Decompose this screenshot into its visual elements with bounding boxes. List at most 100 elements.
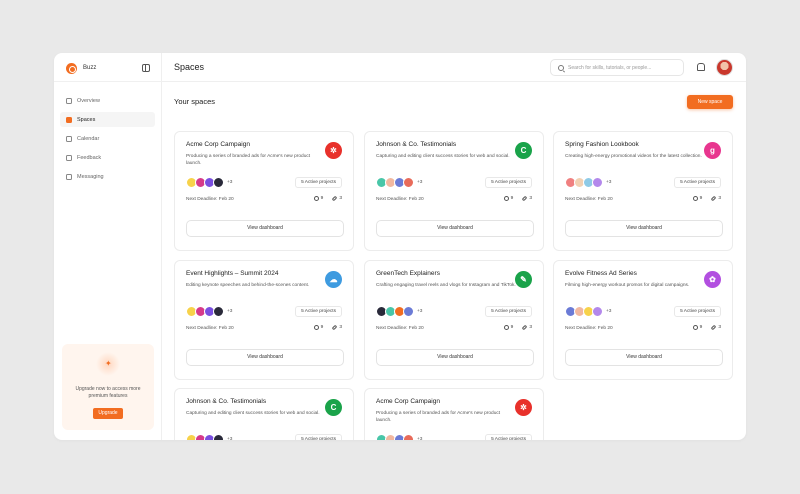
- calendar-icon: [66, 135, 72, 142]
- message-icon: [66, 173, 72, 180]
- main-content: Your spaces New space Acme Corp Campaign…: [162, 83, 746, 440]
- active-projects-badge: 5 Active projects: [295, 177, 342, 188]
- space-card[interactable]: Event Highlights – Summit 2024 Editing ke…: [174, 260, 354, 380]
- comment-icon: [503, 196, 509, 201]
- comment-icon: [692, 196, 698, 201]
- active-projects-badge: 5 Active projects: [674, 306, 721, 317]
- card-title: Johnson & Co. Testimonials: [376, 141, 457, 148]
- view-dashboard-button[interactable]: View dashboard: [376, 220, 534, 237]
- view-dashboard-button[interactable]: View dashboard: [186, 220, 344, 237]
- space-logo-icon: ✲: [515, 399, 532, 416]
- card-stats: 93: [313, 324, 342, 331]
- folder-icon: [66, 116, 72, 123]
- member-avatars: +3: [186, 306, 232, 317]
- comments-count: 9: [313, 196, 324, 201]
- space-card[interactable]: Johnson & Co. Testimonials Capturing and …: [174, 388, 354, 440]
- card-description: Crafting engaging travel reels and vlogs…: [376, 283, 516, 288]
- space-logo-icon: ✎: [515, 271, 532, 288]
- comment-icon: [313, 325, 319, 330]
- sidebar-item-label: Calendar: [77, 135, 100, 142]
- view-dashboard-button[interactable]: View dashboard: [186, 349, 344, 366]
- next-deadline: Next Deadline: Feb 20: [376, 197, 424, 202]
- link-icon: [521, 324, 528, 331]
- sidebar-item-label: Messaging: [77, 173, 104, 180]
- member-avatar: [213, 177, 224, 188]
- new-space-button[interactable]: New space: [687, 95, 733, 109]
- member-avatars: +3: [565, 306, 611, 317]
- upgrade-button[interactable]: Upgrade: [93, 408, 123, 419]
- active-projects-badge: 5 Active projects: [295, 306, 342, 317]
- space-card[interactable]: GreenTech Explainers Crafting engaging tr…: [364, 260, 544, 380]
- grid-icon: [66, 97, 72, 104]
- space-card[interactable]: Evolve Fitness Ad Series Filming high-ene…: [553, 260, 733, 380]
- card-stats: 93: [313, 195, 342, 202]
- view-dashboard-button[interactable]: View dashboard: [376, 349, 534, 366]
- sidebar-item-label: Spaces: [77, 116, 96, 123]
- more-members-count: +3: [417, 180, 423, 185]
- sidebar: Buzz Overview Spaces Calendar Feedback Messa…: [54, 53, 162, 440]
- upgrade-card: ✦ Upgrade now to access more premium fea…: [62, 344, 154, 430]
- link-icon: [710, 195, 717, 202]
- links-value: 3: [718, 196, 721, 201]
- sidebar-toggle-icon[interactable]: [142, 64, 150, 72]
- links-count: 3: [710, 324, 721, 331]
- card-description: Producing a series of branded ads for Ac…: [376, 411, 501, 423]
- more-members-count: +3: [417, 309, 423, 314]
- comments-value: 9: [510, 325, 514, 330]
- sidebar-item-feedback[interactable]: Feedback: [60, 150, 155, 165]
- next-deadline: Next Deadline: Feb 20: [186, 197, 234, 202]
- comments-count: 9: [692, 325, 703, 330]
- sidebar-item-label: Overview: [77, 97, 100, 104]
- search-icon: [558, 64, 564, 71]
- member-avatars: +3: [186, 434, 232, 440]
- sidebar-item-label: Feedback: [77, 154, 102, 161]
- brand[interactable]: Buzz: [66, 62, 96, 74]
- links-value: 3: [339, 325, 342, 330]
- next-deadline: Next Deadline: Feb 20: [186, 326, 234, 331]
- links-count: 3: [331, 324, 342, 331]
- sidebar-item-messaging[interactable]: Messaging: [60, 169, 155, 184]
- comments-value: 9: [320, 196, 324, 201]
- space-card[interactable]: Spring Fashion Lookbook Creating high-ene…: [553, 131, 733, 251]
- links-value: 3: [529, 196, 532, 201]
- links-count: 3: [710, 195, 721, 202]
- more-members-count: +3: [606, 180, 612, 185]
- sidebar-item-calendar[interactable]: Calendar: [60, 131, 155, 146]
- active-projects-badge: 5 Active projects: [485, 434, 532, 440]
- comments-value: 9: [699, 325, 703, 330]
- comments-value: 9: [510, 196, 514, 201]
- comment-icon: [692, 325, 698, 330]
- space-card[interactable]: Acme Corp Campaign Producing a series of …: [364, 388, 544, 440]
- comments-count: 9: [313, 325, 323, 330]
- links-value: 3: [339, 196, 342, 201]
- member-avatar: [403, 177, 414, 188]
- space-card[interactable]: Acme Corp Campaign Producing a series of …: [174, 131, 354, 251]
- sidebar-item-overview[interactable]: Overview: [60, 93, 155, 108]
- more-members-count: +3: [227, 180, 233, 185]
- space-logo-icon: ✿: [704, 271, 721, 288]
- links-value: 3: [529, 325, 532, 330]
- comments-count: 9: [692, 196, 703, 201]
- view-dashboard-button[interactable]: View dashboard: [565, 349, 723, 366]
- space-logo-icon: ☁: [325, 271, 342, 288]
- card-description: Editing keynote speeches and behind-the-…: [186, 283, 310, 288]
- sidebar-item-spaces[interactable]: Spaces: [60, 112, 155, 127]
- links-count: 3: [521, 195, 532, 202]
- more-members-count: +3: [417, 437, 423, 440]
- link-icon: [331, 195, 338, 202]
- comments-value: 9: [699, 196, 703, 201]
- view-dashboard-button[interactable]: View dashboard: [565, 220, 723, 237]
- comment-icon: [313, 196, 319, 201]
- search-box[interactable]: [550, 59, 684, 76]
- search-input[interactable]: [568, 64, 678, 71]
- link-icon: [331, 324, 338, 331]
- card-description: Capturing and editing client success sto…: [186, 411, 320, 416]
- brand-name: Buzz: [83, 65, 97, 71]
- user-avatar[interactable]: [716, 59, 733, 76]
- notification-icon[interactable]: [697, 63, 705, 71]
- card-stats: 93: [503, 324, 532, 331]
- card-stats: 93: [503, 195, 532, 202]
- active-projects-badge: 5 Active projects: [485, 177, 532, 188]
- space-card[interactable]: Johnson & Co. Testimonials Capturing and …: [364, 131, 544, 251]
- links-value: 3: [718, 325, 721, 330]
